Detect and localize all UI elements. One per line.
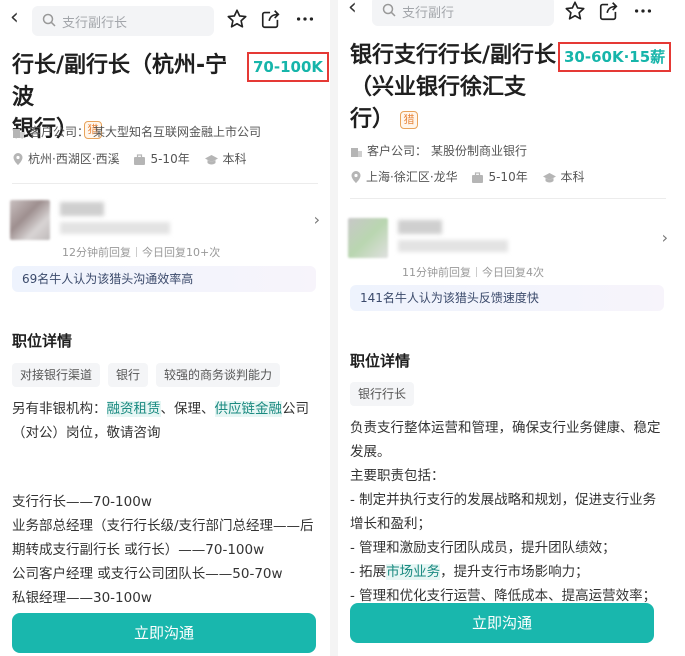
keyword-link[interactable]: 供应链金融 bbox=[214, 401, 282, 417]
reply-time: 11分钟前回复 bbox=[402, 266, 471, 279]
share-icon[interactable] bbox=[598, 0, 620, 22]
desc-intro: 负责支行整体运营和管理，确保支行业务健康、稳定发展。 bbox=[350, 420, 661, 460]
top-bar: ‹ 支行副行长 bbox=[0, 0, 330, 40]
chat-now-button[interactable]: 立即沟通 bbox=[350, 603, 654, 643]
tag: 对接银行渠道 bbox=[12, 363, 101, 387]
briefcase-icon bbox=[472, 172, 484, 183]
desc-duties-title: 主要职责包括： bbox=[350, 468, 445, 484]
search-input[interactable]: 支行副行 bbox=[372, 0, 554, 26]
tag: 较强的商务谈判能力 bbox=[156, 363, 281, 387]
company-label: 客户公司： bbox=[367, 144, 428, 158]
reply-stats: 12分钟前回复 今日回复10+次 bbox=[62, 244, 220, 260]
reply-today: 今日回复10+次 bbox=[142, 246, 221, 259]
salary-list: 支行行长——70-100w 业务部总经理（支行行长级/支行部门总经理——后期转成… bbox=[12, 490, 318, 610]
headhunter-card[interactable]: 11分钟前回复 今日回复4次 › bbox=[348, 214, 668, 284]
headhunter-rating-banner: 141名牛人认为该猎头反馈速度快 bbox=[350, 285, 664, 311]
education: 本科 bbox=[560, 170, 585, 184]
building-icon bbox=[351, 148, 362, 157]
search-placeholder: 支行副行长 bbox=[62, 16, 128, 31]
headhunter-rating-banner: 69名牛人认为该猎头沟通效率高 bbox=[12, 266, 316, 292]
reply-stats: 11分钟前回复 今日回复4次 bbox=[402, 264, 544, 280]
chevron-right-icon: › bbox=[313, 210, 320, 229]
company-name: 某大型知名互联网金融上市公司 bbox=[93, 125, 262, 139]
graduation-icon bbox=[204, 155, 218, 165]
job-detail-left: ‹ 支行副行长 行长/副行长（杭州-宁波 银行）猎 70-100K 客户公司：某… bbox=[0, 0, 330, 656]
tag: 银行 bbox=[108, 363, 149, 387]
reply-time: 12分钟前回复 bbox=[62, 246, 131, 259]
graduation-icon bbox=[542, 173, 556, 183]
job-meta-row: 上海·徐汇区·龙华 5-10年 本科 bbox=[350, 168, 585, 186]
location-icon bbox=[13, 153, 23, 165]
job-title-line1: 银行支行行长/副行长 bbox=[350, 43, 557, 68]
panel-divider bbox=[330, 0, 338, 656]
star-icon[interactable] bbox=[226, 8, 248, 30]
job-title-line3: 行） bbox=[350, 107, 395, 132]
job-title-line2: （兴业银行徐汇支 bbox=[350, 75, 527, 100]
top-bar: ‹ 支行副行 bbox=[338, 0, 678, 40]
company-row: 客户公司： 某股份制商业银行 bbox=[350, 142, 527, 160]
search-icon bbox=[382, 3, 396, 17]
company-name: 某股份制商业银行 bbox=[431, 144, 528, 158]
tag-list: 对接银行渠道 银行 较强的商务谈判能力 bbox=[12, 363, 281, 387]
more-icon[interactable] bbox=[632, 0, 654, 22]
experience: 5-10年 bbox=[150, 152, 190, 166]
job-description: 负责支行整体运营和管理，确保支行业务健康、稳定发展。 主要职责包括： - 制定并… bbox=[350, 416, 666, 608]
reply-today: 今日回复4次 bbox=[482, 266, 544, 279]
education: 本科 bbox=[222, 152, 247, 166]
salary-line: 私银经理——30-100w bbox=[12, 590, 152, 606]
section-title: 职位详情 bbox=[350, 352, 411, 370]
job-title: 银行支行行长/副行长 （兴业银行徐汇支 行） 猎 bbox=[350, 40, 560, 136]
salary-line: 支行行长——70-100w bbox=[12, 494, 152, 510]
chat-now-button[interactable]: 立即沟通 bbox=[12, 613, 316, 653]
chevron-right-icon: › bbox=[661, 228, 668, 247]
salary-line: 公司客户经理 或支行公司团队长——50-70w bbox=[12, 566, 283, 582]
keyword-link[interactable]: 市场业务 bbox=[386, 564, 441, 580]
job-title-line1: 行长/副行长（杭州-宁波 bbox=[12, 53, 228, 110]
desc-paragraph: 另有非银机构：融资租赁、保理、供应链金融公司（对公）岗位，敬请咨询 bbox=[12, 401, 309, 441]
building-icon bbox=[13, 129, 24, 138]
headhunter-card[interactable]: 12分钟前回复 今日回复10+次 › bbox=[10, 196, 320, 266]
section-title: 职位详情 bbox=[12, 332, 73, 350]
tag: 银行行长 bbox=[350, 382, 415, 406]
search-placeholder: 支行副行 bbox=[402, 6, 455, 21]
avatar bbox=[10, 200, 50, 240]
divider bbox=[350, 198, 666, 199]
blurred-headhunter-company bbox=[60, 222, 170, 234]
company-label: 客户公司： bbox=[29, 125, 90, 139]
divider bbox=[12, 183, 318, 184]
briefcase-icon bbox=[134, 154, 146, 165]
avatar bbox=[348, 218, 388, 258]
location: 上海·徐汇区·龙华 bbox=[366, 170, 458, 184]
job-detail-right: ‹ 支行副行 银行支行行长/副行长 （兴业银行徐汇支 行） 猎 30-60K·15… bbox=[338, 0, 678, 656]
experience: 5-10年 bbox=[488, 170, 528, 184]
salary: 70-100K bbox=[247, 52, 330, 82]
blurred-headhunter-name bbox=[398, 220, 442, 234]
job-description: 另有非银机构：融资租赁、保理、供应链金融公司（对公）岗位，敬请咨询 bbox=[12, 397, 318, 445]
location: 杭州·西湖区·西溪 bbox=[28, 152, 120, 166]
share-icon[interactable] bbox=[260, 8, 282, 30]
back-icon[interactable]: ‹ bbox=[348, 0, 357, 20]
desc-duty: - 拓展市场业务，提升支行市场影响力； bbox=[350, 564, 589, 580]
desc-duty: - 制定并执行支行的发展战略和规划，促进支行业务增长和盈利； bbox=[350, 492, 657, 532]
desc-duty: - 管理和激励支行团队成员，提升团队绩效； bbox=[350, 540, 616, 556]
salary-line: 业务部总经理（支行行长级/支行部门总经理——后期转成支行副行长 或行长）——70… bbox=[12, 518, 314, 558]
company-row: 客户公司： 某大型知名互联网金融上市公司 bbox=[12, 123, 261, 141]
star-icon[interactable] bbox=[564, 0, 586, 22]
tag-list: 银行行长 bbox=[350, 382, 415, 406]
headhunter-badge: 猎 bbox=[400, 111, 419, 129]
blurred-headhunter-name bbox=[60, 202, 104, 216]
search-icon bbox=[42, 13, 56, 27]
job-meta-row: 杭州·西湖区·西溪 5-10年 本科 bbox=[12, 150, 247, 168]
blurred-headhunter-company bbox=[398, 240, 508, 252]
salary: 30-60K·15薪 bbox=[558, 42, 672, 72]
back-icon[interactable]: ‹ bbox=[10, 6, 19, 30]
search-input[interactable]: 支行副行长 bbox=[32, 6, 214, 36]
location-icon bbox=[351, 171, 361, 183]
keyword-link[interactable]: 融资租赁 bbox=[106, 401, 161, 417]
more-icon[interactable] bbox=[294, 8, 316, 30]
